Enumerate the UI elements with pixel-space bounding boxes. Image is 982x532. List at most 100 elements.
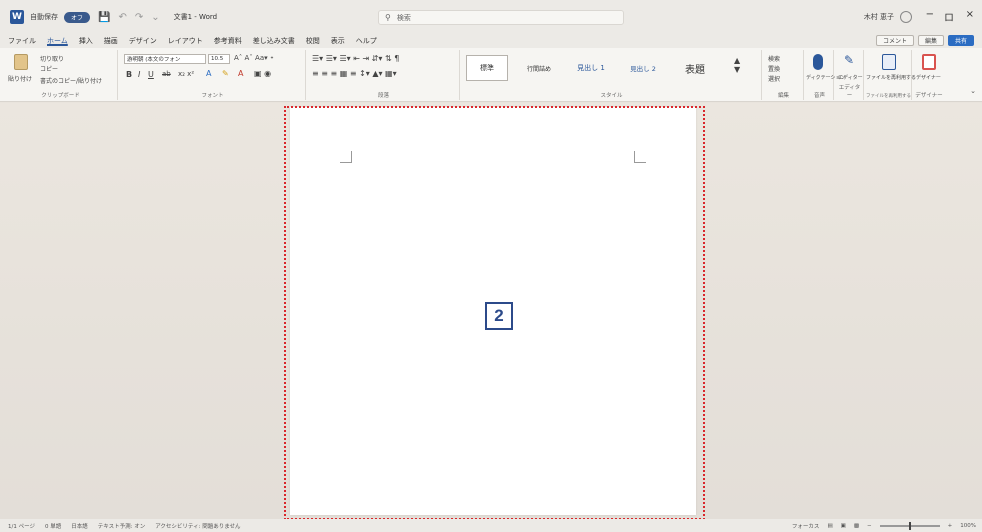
highlight-icon[interactable]: ✎ — [222, 69, 229, 78]
grow-font-icon[interactable]: Aˆ Aˇ Aa▾ ᛭ — [234, 54, 274, 62]
font-size-value: 10.5 — [211, 56, 224, 62]
tab-mailings[interactable]: 差し込み文書 — [253, 36, 295, 46]
share-button[interactable]: 共有 — [947, 35, 974, 46]
paste-icon[interactable] — [14, 54, 28, 70]
read-mode-icon[interactable]: ▤ — [827, 523, 832, 529]
designer-button[interactable]: デザイナー — [916, 74, 941, 81]
italic-icon[interactable]: I — [138, 70, 140, 79]
zoom-level[interactable]: 100% — [960, 523, 976, 529]
focus-button[interactable]: フォーカス — [792, 522, 820, 530]
zoom-out-icon[interactable]: − — [867, 523, 872, 529]
bullets-icon[interactable]: ☰▾ ☰▾ ☰▾ ⇤ ⇥ ⇵▾ ⇅ ¶ — [312, 54, 399, 63]
tab-design[interactable]: デザイン — [129, 36, 157, 46]
editor-button[interactable]: エディター — [838, 74, 863, 81]
tab-layout[interactable]: レイアウト — [168, 36, 203, 46]
font-color-icon[interactable]: A — [238, 69, 243, 78]
editing-group-label: 編集 — [777, 93, 789, 99]
tab-home[interactable]: ホーム — [47, 36, 68, 46]
align-icon[interactable]: ≡ ≡ ≡ ▦ ≡ ↕▾ ▲▾ ▦▾ — [312, 69, 397, 78]
minimize-button[interactable]: − — [926, 9, 934, 20]
language-indicator[interactable]: 日本語 — [71, 522, 88, 530]
collapse-ribbon-icon[interactable]: ⌄ — [970, 87, 976, 95]
designer-group-label: デザイナー — [915, 93, 943, 99]
voice-group: ディクテーション 音声 — [806, 50, 846, 100]
save-icon[interactable]: 💾 — [98, 12, 110, 23]
format-painter-button[interactable]: 書式のコピー/貼り付け — [40, 76, 102, 85]
print-layout-icon[interactable]: ▣ — [841, 523, 846, 529]
zoom-in-icon[interactable]: + — [948, 523, 953, 529]
ribbon-tabs: ファイル ホーム 挿入 描画 デザイン レイアウト 参考資料 差し込み文書 校閲… — [0, 34, 982, 48]
ribbon: 貼り付け 切り取り コピー 書式のコピー/貼り付け クリップボード 游明朝 (本… — [0, 48, 982, 102]
select-button[interactable]: 選択 — [768, 74, 780, 83]
font-group-label: フォント — [201, 93, 224, 99]
paragraph-group: ☰▾ ☰▾ ☰▾ ⇤ ⇥ ⇵▾ ⇅ ¶ ≡ ≡ ≡ ▦ ≡ ↕▾ ▲▾ ▦▾ 段… — [308, 50, 460, 100]
style-title[interactable]: 表題 — [674, 55, 716, 81]
font-size-select[interactable]: 10.5 — [208, 54, 230, 64]
reuse-files-button[interactable]: ファイルを再利用する — [866, 74, 916, 81]
restore-button[interactable]: ロ — [944, 9, 954, 24]
find-button[interactable]: 検索 — [768, 54, 780, 63]
avatar — [900, 11, 912, 23]
editor-icon[interactable]: ✎ — [844, 53, 854, 67]
autosave-toggle[interactable]: オフ — [64, 11, 90, 23]
zoom-slider-thumb[interactable] — [908, 522, 911, 530]
text-effects-icon[interactable]: A — [206, 69, 211, 78]
reuse-files-group-label: ファイルを再利用する — [866, 94, 911, 99]
paragraph-group-label: 段落 — [377, 93, 389, 99]
char-shading-icon[interactable]: ▣ ◉ — [254, 69, 271, 78]
underline-icon[interactable]: U — [148, 70, 154, 79]
replace-button[interactable]: 置換 — [768, 64, 780, 73]
word-count[interactable]: 0 単語 — [45, 522, 61, 530]
style-heading-1[interactable]: 見出し 1 — [570, 55, 612, 81]
paste-button[interactable]: 貼り付け — [8, 74, 32, 83]
web-layout-icon[interactable]: ▩ — [854, 523, 859, 529]
user-name: 木村 恵子 — [863, 13, 894, 21]
designer-icon[interactable] — [922, 54, 936, 70]
editor-group-label: エディター — [838, 85, 861, 99]
reuse-files-group: ファイルを再利用する ファイルを再利用する — [866, 50, 916, 100]
tab-references[interactable]: 参考資料 — [214, 36, 242, 46]
tab-review[interactable]: 校閲 — [306, 36, 320, 46]
customize-qat-icon[interactable]: ⌄ — [151, 12, 159, 23]
document-title: 文書1 - Word — [173, 13, 218, 21]
designer-group: デザイナー デザイナー — [914, 50, 944, 100]
style-normal[interactable]: 標準 — [466, 55, 508, 81]
bold-icon[interactable]: B — [126, 70, 132, 79]
tab-view[interactable]: 表示 — [331, 36, 345, 46]
style-no-spacing[interactable]: 行間詰め — [518, 55, 560, 81]
status-bar: 1/1 ページ 0 単語 日本語 テキスト予測: オン アクセシビリティ: 問題… — [0, 519, 982, 532]
cut-button[interactable]: 切り取り — [40, 54, 64, 63]
styles-more-icon[interactable]: ▲ ▼ — [734, 56, 740, 74]
edit-mode-label: 編集 — [924, 38, 937, 45]
page-count[interactable]: 1/1 ページ — [8, 522, 35, 530]
clipboard-group-label: クリップボード — [41, 93, 80, 99]
undo-icon[interactable]: ↶ — [118, 12, 126, 23]
copy-button[interactable]: コピー — [40, 64, 58, 73]
comment-button[interactable]: コメント — [875, 35, 914, 46]
search-input[interactable]: ⚲ 検索 — [378, 10, 624, 25]
zoom-slider[interactable] — [879, 522, 940, 530]
font-name-select[interactable]: 游明朝 (本文のフォン — [124, 54, 206, 64]
edit-mode-button[interactable]: 編集 — [917, 35, 944, 46]
tab-draw[interactable]: 描画 — [104, 36, 118, 46]
accessibility-status[interactable]: アクセシビリティ: 問題ありません — [155, 522, 240, 530]
tab-file[interactable]: ファイル — [8, 36, 36, 46]
redo-icon[interactable]: ↷ — [135, 12, 143, 23]
voice-group-label: 音声 — [813, 93, 825, 99]
user-account[interactable]: 木村 恵子 — [864, 11, 912, 23]
reuse-files-icon[interactable] — [882, 54, 896, 70]
tab-help[interactable]: ヘルプ — [356, 36, 377, 46]
subscript-icon[interactable]: x₂ x² — [178, 70, 194, 78]
comment-button-label: コメント — [882, 38, 907, 45]
style-heading-2[interactable]: 見出し 2 — [622, 55, 664, 81]
close-button[interactable]: × — [966, 9, 974, 20]
font-name-value: 游明朝 (本文のフォン — [127, 57, 181, 63]
strikethrough-icon[interactable]: ab — [162, 70, 171, 78]
word-logo-icon: W — [10, 10, 24, 24]
clipboard-group: 貼り付け 切り取り コピー 書式のコピー/貼り付け クリップボード — [4, 50, 118, 100]
text-predictions[interactable]: テキスト予測: オン — [98, 522, 145, 530]
tab-insert[interactable]: 挿入 — [79, 36, 93, 46]
microphone-icon[interactable] — [813, 54, 823, 70]
search-icon: ⚲ — [385, 13, 391, 22]
search-placeholder: 検索 — [396, 13, 411, 22]
